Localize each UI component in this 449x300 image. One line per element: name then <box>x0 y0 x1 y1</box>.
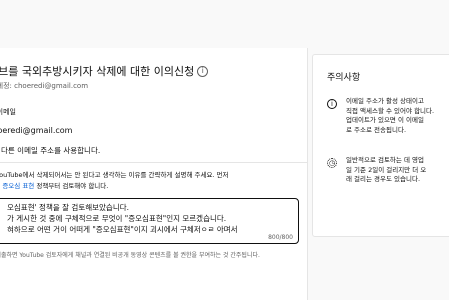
notice-card: 주의사항 i 이메일 주소가 활성 상태이고 직접 액세스할 수 있어야 합니다… <box>312 54 449 237</box>
notice-line: 일반적으로 검토하는 데 영업 <box>346 156 424 164</box>
notice-line: 로 주소로 전송됩니다. <box>346 125 407 134</box>
appeal-text-line: 혀하으로 어떤 거이 어떠게 "증오심표현"이지 괴시에서 구체저ㅇㄹ 아며서 <box>7 225 238 234</box>
notice-line: 이메일 주소가 활성 상태이고 <box>346 97 424 105</box>
submission-disclaimer: 을 제출하면 YouTube 검토자에게 채널과 연결된 비공개 동영상 콘텐츠… <box>0 252 260 259</box>
appeal-textarea[interactable]: 오심표현' 정책을 잘 검토해보았습니다. 가 게시한 것 중에 구체적으로 무… <box>0 198 299 244</box>
clock-icon: ◷ <box>327 158 337 168</box>
instruction-line-1: 이 YouTube에서 삭제되어서는 안 된다고 생각하는 이유를 간략하게 설… <box>0 171 229 179</box>
char-counter: 800/800 <box>268 234 293 241</box>
other-email-option[interactable]: 다른 이메일 주소를 사용합니다. <box>0 145 100 156</box>
page-title-text: 튜브를 국외추방시키자 삭제에 대한 이의신청 <box>0 65 195 78</box>
notice-line: 일 기준 2일이 걸리지만 더 오 <box>346 165 427 174</box>
notice-title: 주의사항 <box>327 73 361 83</box>
notice-item-review-time: ◷ 일반적으로 검토하는 데 영업 일 기준 2일이 걸리지만 더 오 래 걸리… <box>327 156 449 185</box>
notice-line: 래 걸리는 경우도 있습니다. <box>346 175 421 183</box>
notice-text: 일반적으로 검토하는 데 영업 일 기준 2일이 걸리지만 더 오 래 걸리는 … <box>346 156 449 185</box>
notice-line: 직접 액세스할 수 있어야 합니다. <box>346 106 435 115</box>
email-section-label: 저 이메일 <box>0 108 16 116</box>
instruction-suffix: 정책부터 검토해야 합니다. <box>34 182 109 190</box>
appeal-text-line: 오심표현' 정책을 잘 검토해보았습니다. <box>7 203 129 212</box>
notice-item-email: i 이메일 주소가 활성 상태이고 직접 액세스할 수 있어야 합니다. 업데이… <box>327 97 449 135</box>
other-email-checkbox-label: 다른 이메일 주소를 사용합니다. <box>1 146 101 155</box>
info-icon: i <box>327 99 337 109</box>
account-line: 인 계정: choeredi@gmail.com <box>0 82 89 90</box>
appeal-text-line: 가 게시한 것 중에 구체적으로 무엇이 "증오심표현"인지 모르겠습니다. <box>7 214 227 223</box>
instruction-line-2: ube 증오심 표현 정책부터 검토해야 합니다. <box>0 180 108 190</box>
notice-line: 업데이트가 있으면 이 이메일 <box>346 116 424 124</box>
divider <box>0 162 308 163</box>
page-title: 튜브를 국외추방시키자 삭제에 대한 이의신청 i <box>0 63 209 79</box>
email-value: choeredi@gmail.com <box>0 126 73 135</box>
info-icon[interactable]: i <box>197 65 209 77</box>
notice-text: 이메일 주소가 활성 상태이고 직접 액세스할 수 있어야 합니다. 업데이트가… <box>346 97 449 135</box>
appeal-form-panel: 튜브를 국외추방시키자 삭제에 대한 이의신청 i 인 계정: choeredi… <box>0 48 308 300</box>
hate-speech-policy-link[interactable]: 증오심 표현 <box>2 182 34 190</box>
